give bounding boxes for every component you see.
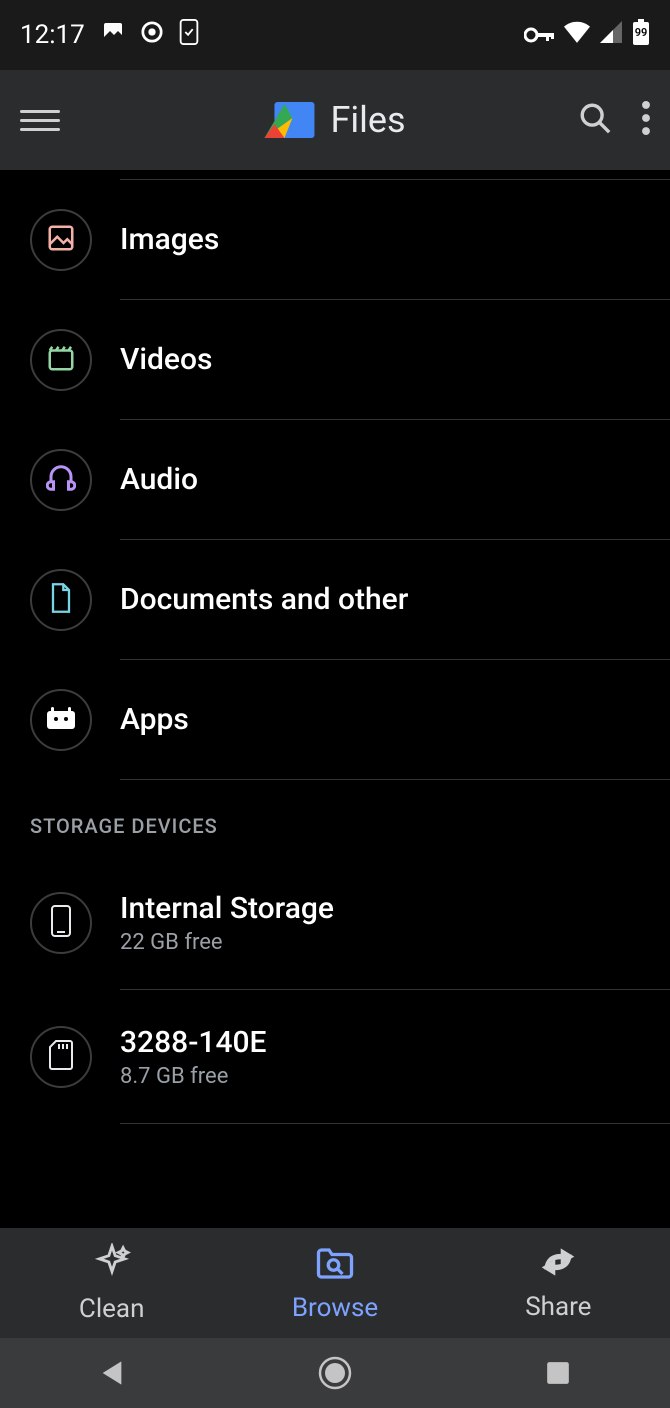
status-right: 99	[524, 19, 650, 52]
audio-icon	[46, 463, 76, 497]
category-images[interactable]: Images	[0, 180, 670, 300]
app-title: Files	[330, 99, 405, 141]
category-label: Apps	[120, 702, 650, 737]
bottom-nav: Clean Browse Share	[0, 1228, 670, 1338]
storage-name: 3288-140E	[120, 1025, 650, 1060]
phone-check-icon	[179, 19, 199, 52]
storage-internal[interactable]: Internal Storage 22 GB free	[0, 856, 670, 990]
nav-browse[interactable]: Browse	[223, 1228, 446, 1338]
category-row[interactable]	[0, 170, 670, 180]
storage-sdcard[interactable]: 3288-140E 8.7 GB free	[0, 990, 670, 1124]
vpn-key-icon	[524, 20, 554, 50]
battery-level: 99	[632, 26, 650, 39]
category-label: Audio	[120, 462, 650, 497]
storage-free: 22 GB free	[120, 930, 650, 955]
category-videos[interactable]: Videos	[0, 300, 670, 420]
sd-card-icon	[48, 1039, 74, 1075]
more-options-button[interactable]	[642, 101, 650, 139]
status-left: 12:17	[20, 19, 199, 52]
browse-icon	[314, 1244, 356, 1287]
clean-icon	[93, 1243, 131, 1288]
category-audio[interactable]: Audio	[0, 420, 670, 540]
storage-name: Internal Storage	[120, 891, 650, 926]
search-button[interactable]	[578, 101, 612, 139]
image-icon	[101, 20, 125, 51]
record-icon	[141, 20, 163, 50]
nav-label: Browse	[292, 1293, 378, 1323]
recent-apps-button[interactable]	[540, 1355, 576, 1391]
menu-button[interactable]	[20, 100, 60, 140]
category-label: Videos	[120, 342, 650, 377]
app-title-wrap: Files	[264, 98, 405, 142]
apps-icon	[45, 705, 77, 735]
share-icon	[539, 1245, 577, 1286]
nav-share[interactable]: Share	[447, 1228, 670, 1338]
storage-section-header: STORAGE DEVICES	[0, 780, 670, 856]
category-apps[interactable]: Apps	[0, 660, 670, 780]
system-nav-bar	[0, 1338, 670, 1408]
nav-label: Clean	[79, 1294, 145, 1324]
storage-free: 8.7 GB free	[120, 1064, 650, 1089]
category-documents[interactable]: Documents and other	[0, 540, 670, 660]
wifi-icon	[564, 20, 590, 50]
category-label: Images	[120, 222, 650, 257]
category-label: Documents and other	[120, 582, 650, 617]
browse-content[interactable]: Images Videos Audio	[0, 170, 670, 1228]
battery-icon: 99	[632, 19, 650, 52]
status-time: 12:17	[20, 20, 85, 50]
nav-clean[interactable]: Clean	[0, 1228, 223, 1338]
nav-label: Share	[525, 1292, 591, 1322]
images-icon	[46, 223, 76, 257]
app-bar: Files	[0, 70, 670, 170]
home-button[interactable]	[317, 1355, 353, 1391]
documents-icon	[47, 582, 75, 618]
videos-icon	[46, 343, 76, 377]
signal-icon	[600, 20, 622, 50]
back-button[interactable]	[94, 1355, 130, 1391]
phone-storage-icon	[50, 904, 72, 942]
status-bar: 12:17 99	[0, 0, 670, 70]
files-app-icon	[264, 98, 314, 142]
